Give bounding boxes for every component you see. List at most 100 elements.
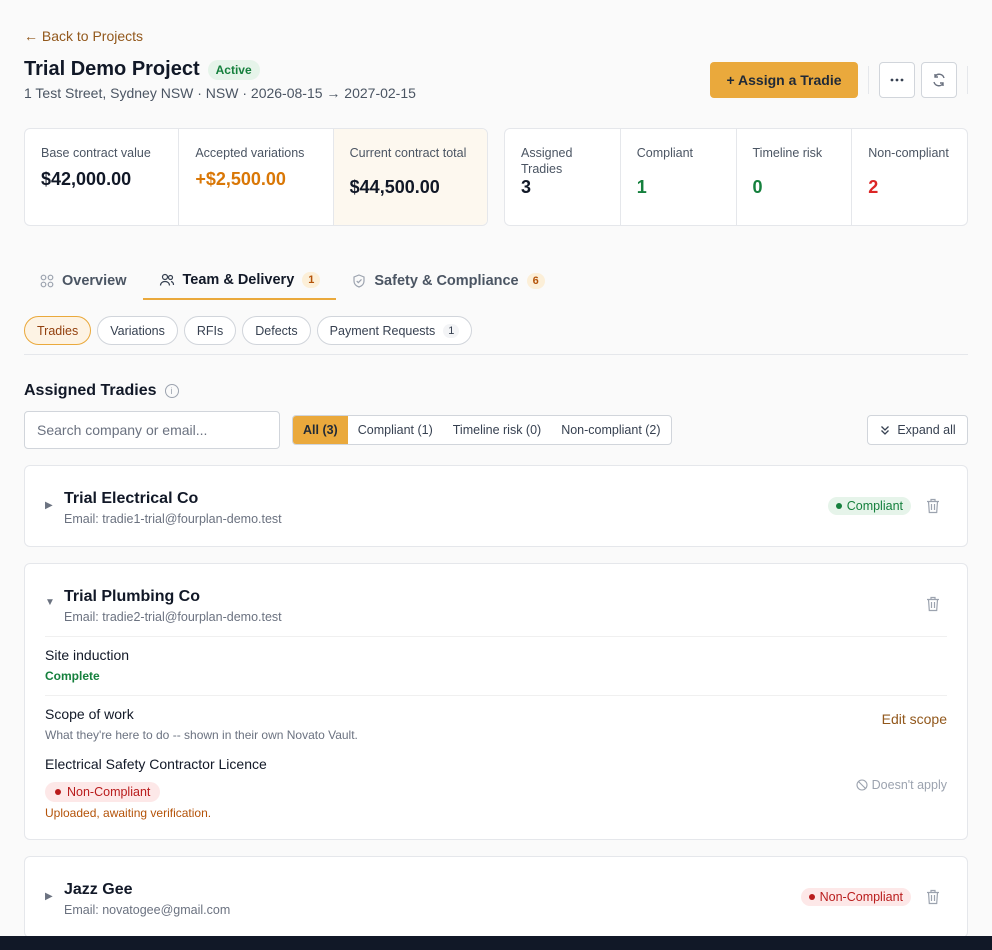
contract-stats-card: Base contract value $42,000.00 Accepted …	[24, 128, 488, 226]
trash-icon[interactable]	[926, 889, 940, 905]
subtab-count-badge: 1	[443, 323, 460, 338]
header-actions: + Assign a Tradie	[710, 62, 968, 98]
tab-label: Team & Delivery	[182, 272, 295, 288]
stat-assigned-tradies: Assigned Tradies 3	[505, 129, 621, 225]
page-title: Trial Demo Project	[24, 58, 200, 80]
info-icon[interactable]: i	[164, 384, 179, 398]
status-badge: Compliant	[827, 497, 911, 515]
section-title: Assigned Tradies	[24, 382, 157, 399]
status-label: Non-Compliant	[67, 785, 151, 799]
main-tabs: Overview Team & Delivery 1 Safety & Comp…	[24, 262, 561, 300]
caret-down-icon[interactable]: ▼	[45, 597, 55, 608]
shield-check-icon	[353, 274, 365, 288]
subtabs: Tradies Variations RFIs Defects Payment …	[24, 316, 473, 345]
tradie-card: ▼ Trial Plumbing Co Email: tradie2-trial…	[24, 563, 968, 840]
status-label: Compliant	[846, 499, 903, 513]
status-badge: Non-Compliant	[45, 782, 161, 802]
stat-value: $44,500.00	[349, 177, 440, 197]
tradie-name: Trial Plumbing Co	[64, 588, 201, 605]
stat-value: 1	[636, 177, 647, 197]
section-header: Assigned Tradies i	[24, 382, 179, 400]
subtab-rfis[interactable]: RFIs	[183, 316, 237, 345]
stat-label: Base contract value	[41, 146, 151, 160]
licence-note: Uploaded, awaiting verification.	[45, 806, 212, 820]
expand-all-button[interactable]: Expand all	[867, 415, 968, 445]
scope-description: What they're here to do -- shown in thei…	[45, 728, 358, 742]
filter-compliant[interactable]: Compliant (1)	[348, 416, 443, 444]
stat-current-total: Current contract total $44,500.00	[333, 129, 487, 225]
tradie-header[interactable]: ▶ Jazz Gee Email: novatogee@gmail.com No…	[25, 857, 967, 937]
trash-icon[interactable]	[926, 498, 940, 514]
stat-non-compliant: Non-compliant 2	[852, 129, 967, 225]
status-dot	[55, 789, 61, 795]
subtab-tradies[interactable]: Tradies	[24, 316, 92, 345]
more-horizontal-icon	[890, 78, 904, 82]
grid-icon	[40, 274, 54, 288]
project-subtitle: 1 Test Street, Sydney NSW · NSW · 2026-0…	[24, 85, 416, 101]
stat-label: Non-compliant	[868, 146, 949, 160]
tradie-email: Email: tradie1-trial@fourplan-demo.test	[64, 512, 282, 526]
caret-right-icon[interactable]: ▶	[45, 500, 53, 511]
status-badge: Active	[207, 59, 260, 80]
divider	[967, 66, 968, 94]
stat-value: $42,000.00	[41, 169, 132, 189]
stat-label: Current contract total	[349, 146, 467, 160]
site-induction-row: Site induction Complete	[45, 647, 947, 683]
assign-tradie-button[interactable]: + Assign a Tradie	[710, 62, 858, 98]
subtab-defects[interactable]: Defects	[242, 316, 311, 345]
stat-base-contract: Base contract value $42,000.00	[25, 129, 180, 225]
stat-label: Timeline risk	[752, 146, 823, 160]
refresh-button[interactable]	[921, 62, 957, 98]
status-badge: Non-Compliant	[800, 888, 911, 906]
tab-count-badge: 1	[302, 272, 321, 288]
stat-value: 3	[521, 177, 532, 197]
detail-title: Scope of work	[45, 706, 134, 722]
detail-title: Site induction	[45, 647, 130, 663]
tab-label: Safety & Compliance	[374, 273, 519, 289]
filter-all[interactable]: All (3)	[293, 416, 348, 444]
ban-icon	[856, 779, 868, 791]
stat-value: 2	[868, 177, 879, 197]
tradie-name: Trial Electrical Co	[64, 490, 199, 507]
status-dot	[835, 503, 842, 509]
status-label: Non-Compliant	[819, 890, 903, 904]
tab-label: Overview	[62, 273, 127, 289]
more-options-button[interactable]	[879, 62, 915, 98]
detail-title: Electrical Safety Contractor Licence	[45, 756, 267, 772]
subtab-payment-requests[interactable]: Payment Requests 1	[316, 316, 473, 345]
subtab-variations[interactable]: Variations	[97, 316, 178, 345]
doesnt-apply-button[interactable]: Doesn't apply	[856, 778, 947, 792]
filter-non-compliant[interactable]: Non-compliant (2)	[551, 416, 670, 444]
stat-compliant: Compliant 1	[621, 129, 737, 225]
team-icon	[159, 273, 174, 286]
stat-accepted-variations: Accepted variations +$2,500.00	[179, 129, 334, 225]
refresh-icon	[933, 73, 945, 87]
stat-label: Assigned Tradies	[521, 146, 573, 176]
back-to-projects-link[interactable]: ← Back to Projects	[24, 28, 143, 44]
trash-icon[interactable]	[926, 596, 940, 612]
divider	[868, 66, 869, 94]
stat-value: 0	[752, 177, 763, 197]
caret-right-icon[interactable]: ▶	[45, 891, 53, 902]
bottom-bar	[0, 936, 992, 950]
tradie-card: ▶ Jazz Gee Email: novatogee@gmail.com No…	[24, 856, 968, 938]
divider	[45, 636, 947, 637]
search-input[interactable]	[24, 411, 280, 449]
stat-label: Accepted variations	[195, 146, 305, 160]
title-row: Trial Demo Project Active	[24, 58, 260, 81]
tradie-card: ▶ Trial Electrical Co Email: tradie1-tri…	[24, 465, 968, 547]
stat-label: Compliant	[636, 146, 694, 160]
subtab-label: Payment Requests	[329, 323, 436, 338]
stat-value: +$2,500.00	[195, 169, 286, 189]
tab-team-delivery[interactable]: Team & Delivery 1	[142, 262, 337, 300]
licence-row: Electrical Safety Contractor Licence Non…	[45, 756, 947, 820]
tab-overview[interactable]: Overview	[24, 262, 143, 300]
status-filter-group: All (3) Compliant (1) Timeline risk (0) …	[292, 415, 672, 445]
tradie-header[interactable]: ▶ Trial Electrical Co Email: tradie1-tri…	[25, 466, 967, 546]
tradie-header[interactable]: ▼ Trial Plumbing Co Email: tradie2-trial…	[25, 564, 967, 644]
edit-scope-link[interactable]: Edit scope	[882, 711, 947, 727]
divider	[45, 695, 947, 696]
tab-safety-compliance[interactable]: Safety & Compliance 6	[336, 262, 560, 300]
filter-timeline-risk[interactable]: Timeline risk (0)	[443, 416, 551, 444]
stat-timeline-risk: Timeline risk 0	[737, 129, 853, 225]
